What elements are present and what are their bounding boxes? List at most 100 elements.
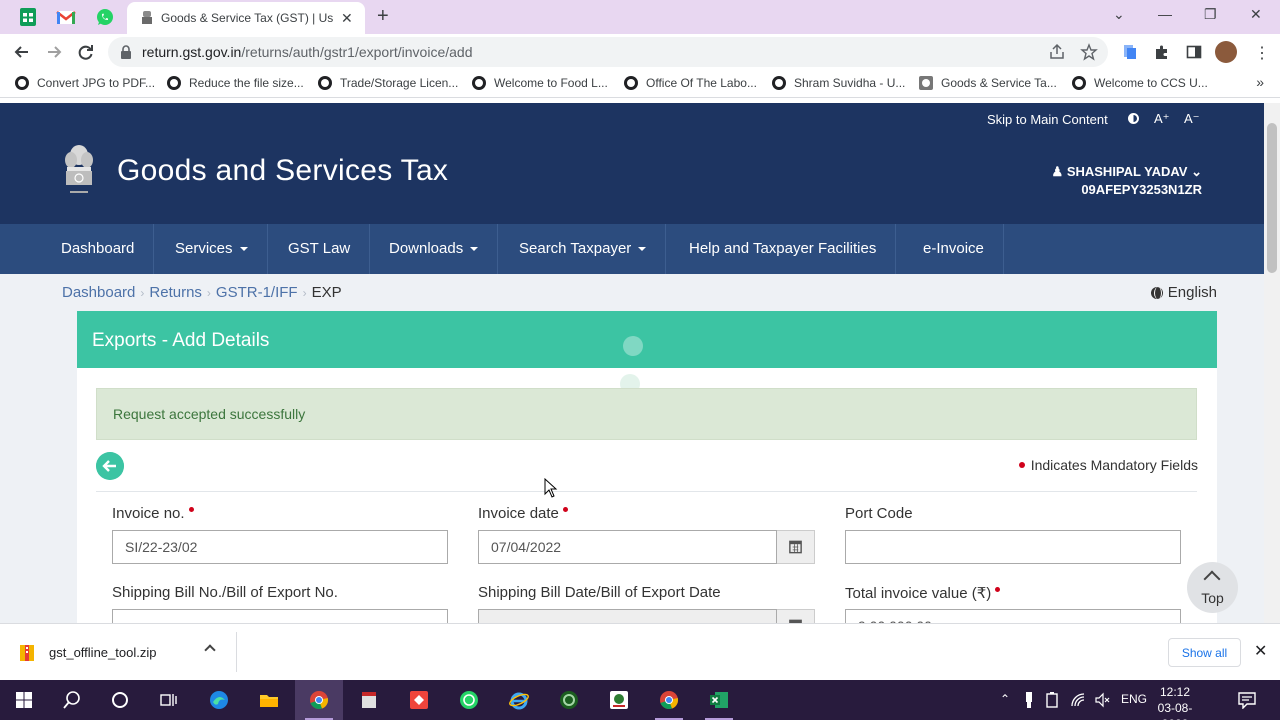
language-label: English bbox=[1167, 284, 1217, 301]
task-view-button[interactable] bbox=[144, 680, 192, 720]
site-title[interactable]: Goods and Services Tax bbox=[117, 154, 448, 188]
calendar-icon[interactable] bbox=[777, 530, 815, 564]
download-file-name[interactable]: gst_offline_tool.zip bbox=[49, 645, 156, 660]
taskbar-excel[interactable] bbox=[695, 680, 743, 720]
close-tab-icon[interactable]: ✕ bbox=[341, 10, 353, 27]
start-button[interactable] bbox=[0, 680, 48, 720]
taskbar-app-notepad[interactable] bbox=[345, 680, 393, 720]
nav-help-taxpayer-facilities[interactable]: Help and Taxpayer Facilities bbox=[670, 224, 897, 274]
usb-device-icon[interactable] bbox=[1024, 691, 1034, 709]
profile-avatar[interactable] bbox=[1215, 41, 1237, 63]
taskbar-internet-explorer[interactable] bbox=[495, 680, 543, 720]
contrast-toggle-icon[interactable] bbox=[1128, 113, 1139, 124]
anydesk-icon bbox=[410, 691, 428, 709]
volume-muted-icon[interactable] bbox=[1094, 692, 1110, 708]
taskbar-app-green[interactable] bbox=[545, 680, 593, 720]
invoice-date-input[interactable] bbox=[478, 530, 777, 564]
browser-menu-icon[interactable]: ⋮ bbox=[1254, 43, 1270, 63]
back-arrow-icon[interactable] bbox=[96, 452, 124, 480]
bookmarks-bar: Convert JPG to PDF... Reduce the file si… bbox=[0, 70, 1280, 98]
close-shelf-icon[interactable]: ✕ bbox=[1254, 641, 1267, 661]
bookmark-item[interactable]: Goods & Service Ta... bbox=[919, 76, 1057, 90]
cortana-icon bbox=[112, 692, 128, 708]
breadcrumb-gstr1[interactable]: GSTR-1/IFF bbox=[216, 284, 298, 301]
extension-docs-icon[interactable] bbox=[1122, 44, 1138, 60]
nav-gst-law[interactable]: GST Law bbox=[269, 224, 371, 274]
port-code-label: Port Code bbox=[845, 505, 913, 522]
forward-icon[interactable] bbox=[44, 42, 64, 62]
scrollbar-thumb[interactable] bbox=[1267, 123, 1277, 273]
close-window-icon[interactable]: ✕ bbox=[1250, 6, 1262, 23]
search-button[interactable] bbox=[48, 680, 96, 720]
taskbar-chrome-active[interactable] bbox=[295, 680, 343, 720]
taskbar-whatsapp[interactable] bbox=[445, 680, 493, 720]
chevron-up-icon[interactable] bbox=[204, 644, 216, 656]
system-clock[interactable]: 12:12 03-08-2022 bbox=[1146, 684, 1204, 720]
port-code-input[interactable] bbox=[845, 530, 1181, 564]
lock-icon[interactable] bbox=[120, 45, 132, 59]
cortana-button[interactable] bbox=[96, 680, 144, 720]
minimize-icon[interactable]: — bbox=[1158, 6, 1172, 22]
new-tab-icon[interactable]: + bbox=[377, 5, 389, 28]
battery-icon[interactable] bbox=[1046, 692, 1058, 708]
tax-app-icon bbox=[610, 691, 628, 709]
total-invoice-value-input[interactable] bbox=[845, 609, 1181, 623]
bookmark-item[interactable]: Reduce the file size... bbox=[167, 76, 304, 90]
restore-icon[interactable]: ❐ bbox=[1204, 6, 1217, 23]
show-hidden-icons-icon[interactable]: ⌃ bbox=[1000, 692, 1010, 706]
tab-search-chevron-icon[interactable]: ⌄ bbox=[1113, 6, 1125, 23]
extensions-puzzle-icon[interactable] bbox=[1154, 44, 1170, 60]
gmail-icon[interactable] bbox=[56, 7, 76, 27]
bookmark-item[interactable]: Welcome to CCS U... bbox=[1072, 76, 1208, 90]
taskbar-chrome-second[interactable] bbox=[645, 680, 693, 720]
back-to-top-button[interactable]: Top bbox=[1187, 562, 1238, 613]
url-text[interactable]: return.gst.gov.in/returns/auth/gstr1/exp… bbox=[142, 44, 473, 60]
bookmarks-overflow-icon[interactable]: » bbox=[1256, 74, 1264, 90]
bookmark-item[interactable]: Office Of The Labo... bbox=[624, 76, 757, 90]
share-icon[interactable] bbox=[1048, 43, 1066, 61]
user-menu[interactable]: ♟ SHASHIPAL YADAV ⌄ bbox=[1052, 164, 1202, 180]
font-decrease-button[interactable]: A⁻ bbox=[1184, 111, 1200, 127]
breadcrumb-returns[interactable]: Returns bbox=[149, 284, 202, 301]
gst-emblem-icon bbox=[919, 76, 933, 90]
page-scrollbar[interactable] bbox=[1264, 103, 1280, 623]
nav-downloads[interactable]: Downloads bbox=[370, 224, 499, 274]
breadcrumb-separator: › bbox=[302, 286, 307, 300]
gst-emblem-favicon-icon bbox=[142, 11, 152, 24]
bookmark-star-icon[interactable] bbox=[1080, 43, 1098, 61]
address-bar[interactable]: return.gst.gov.in/returns/auth/gstr1/exp… bbox=[108, 37, 1108, 67]
nav-services[interactable]: Services bbox=[156, 224, 268, 274]
shipping-bill-date-label: Shipping Bill Date/Bill of Export Date bbox=[478, 584, 721, 601]
side-panel-icon[interactable] bbox=[1186, 44, 1202, 60]
shipping-bill-date-input[interactable] bbox=[478, 609, 777, 623]
tab-gst-portal[interactable]: Goods & Service Tax (GST) | User ✕ bbox=[127, 2, 365, 34]
reload-icon[interactable] bbox=[76, 42, 96, 62]
nav-dashboard[interactable]: Dashboard bbox=[42, 224, 155, 274]
language-selector[interactable]: English bbox=[1150, 284, 1217, 301]
bookmark-item[interactable]: Trade/Storage Licen... bbox=[318, 76, 458, 90]
skip-to-main-link[interactable]: Skip to Main Content bbox=[987, 112, 1108, 127]
nav-search-taxpayer[interactable]: Search Taxpayer bbox=[500, 224, 667, 274]
bookmark-item[interactable]: Convert JPG to PDF... bbox=[15, 76, 155, 90]
input-language-indicator[interactable]: ENG bbox=[1121, 692, 1147, 706]
taskbar-anydesk[interactable] bbox=[395, 680, 443, 720]
taskbar-edge[interactable] bbox=[195, 680, 243, 720]
font-increase-button[interactable]: A⁺ bbox=[1154, 111, 1170, 127]
shipping-bill-no-input[interactable] bbox=[112, 609, 448, 623]
show-all-button[interactable]: Show all bbox=[1168, 638, 1241, 667]
wifi-icon[interactable] bbox=[1070, 692, 1086, 708]
bookmark-item[interactable]: Shram Suvidha - U... bbox=[772, 76, 905, 90]
invoice-no-input[interactable] bbox=[112, 530, 448, 564]
bookmark-item[interactable]: Welcome to Food L... bbox=[472, 76, 608, 90]
google-sheets-icon[interactable] bbox=[18, 7, 38, 27]
calendar-icon[interactable] bbox=[777, 609, 815, 623]
notification-center-icon[interactable] bbox=[1238, 691, 1256, 709]
nav-e-invoice[interactable]: e-Invoice bbox=[904, 224, 1004, 274]
whatsapp-icon[interactable] bbox=[95, 7, 115, 27]
windows-taskbar: ⌃ ENG 12:12 03-08-2022 bbox=[0, 680, 1280, 720]
national-emblem-logo[interactable] bbox=[62, 143, 96, 201]
taskbar-file-explorer[interactable] bbox=[245, 680, 293, 720]
taskbar-app-tax[interactable] bbox=[595, 680, 643, 720]
back-icon[interactable] bbox=[12, 42, 32, 62]
breadcrumb-dashboard[interactable]: Dashboard bbox=[62, 284, 135, 301]
